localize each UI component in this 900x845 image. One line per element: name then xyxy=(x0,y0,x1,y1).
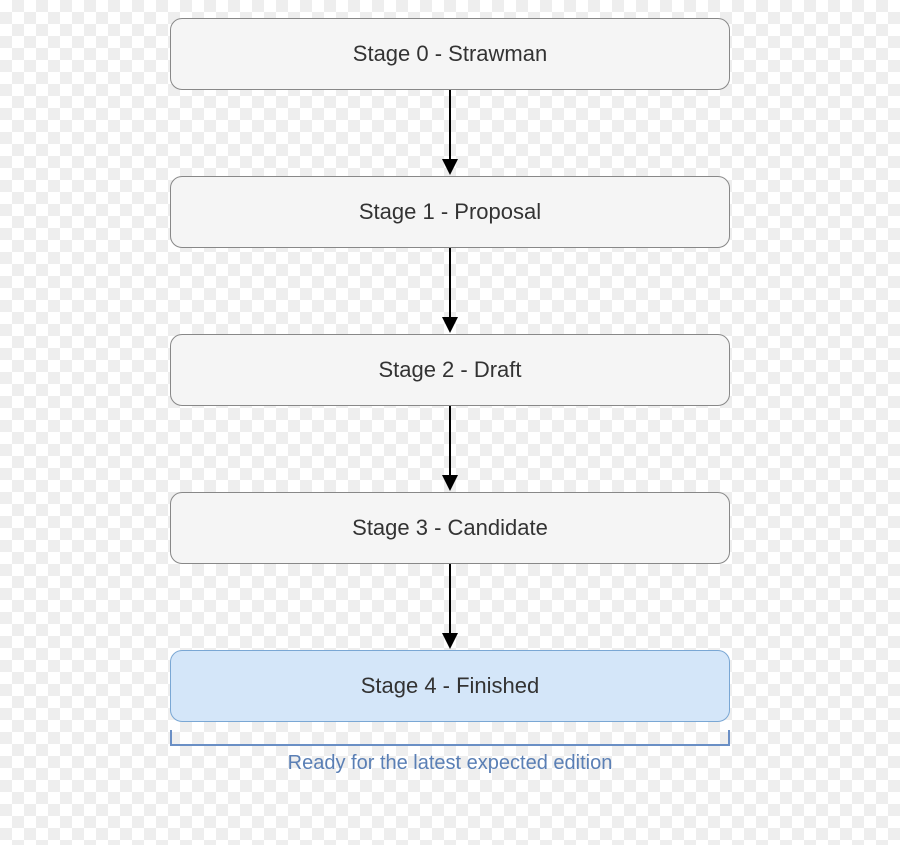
arrow-icon xyxy=(442,406,458,492)
arrow-icon xyxy=(442,90,458,176)
arrow-line xyxy=(449,564,451,634)
arrow-head-icon xyxy=(442,159,458,175)
arrow-head-icon xyxy=(442,475,458,491)
stage-1-label: Stage 1 - Proposal xyxy=(359,199,541,225)
stage-1-box: Stage 1 - Proposal xyxy=(170,176,730,248)
stage-2-label: Stage 2 - Draft xyxy=(378,357,521,383)
bracket-label: Ready for the latest expected edition xyxy=(288,752,613,775)
stage-0-box: Stage 0 - Strawman xyxy=(170,18,730,90)
arrow-icon xyxy=(442,564,458,650)
stage-3-box: Stage 3 - Candidate xyxy=(170,492,730,564)
arrow-line xyxy=(449,248,451,318)
stage-3-label: Stage 3 - Candidate xyxy=(352,515,548,541)
stage-4-box: Stage 4 - Finished xyxy=(170,650,730,722)
arrow-line xyxy=(449,90,451,160)
arrow-head-icon xyxy=(442,317,458,333)
bracket-icon xyxy=(170,730,730,746)
arrow-line xyxy=(449,406,451,476)
arrow-head-icon xyxy=(442,633,458,649)
stage-2-box: Stage 2 - Draft xyxy=(170,334,730,406)
bracket-annotation: Ready for the latest expected edition xyxy=(170,730,730,775)
stage-4-label: Stage 4 - Finished xyxy=(361,673,540,699)
flowchart: Stage 0 - Strawman Stage 1 - Proposal St… xyxy=(170,18,730,775)
stage-0-label: Stage 0 - Strawman xyxy=(353,41,547,67)
arrow-icon xyxy=(442,248,458,334)
